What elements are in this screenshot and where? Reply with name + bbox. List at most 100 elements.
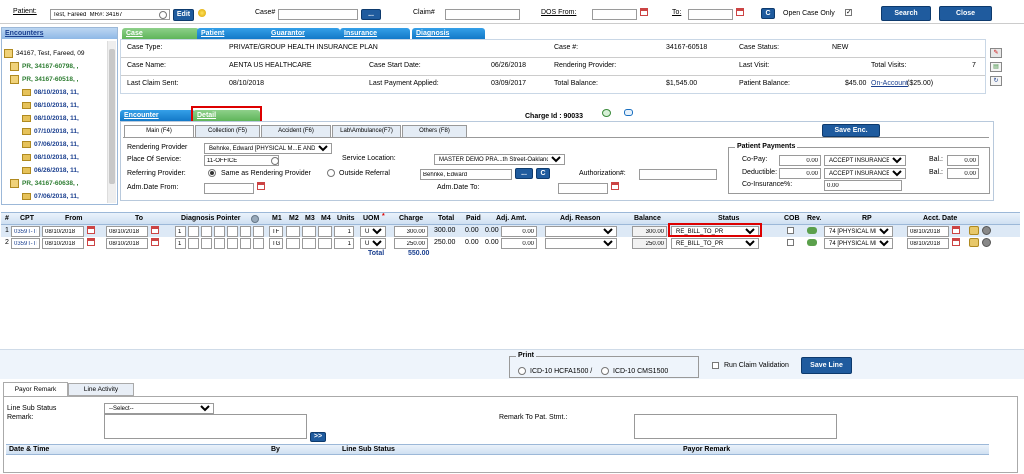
sidebar-item[interactable]: PR, 34167-60638, , — [4, 177, 107, 190]
balance-field[interactable] — [632, 238, 667, 249]
adj-reason-select[interactable] — [545, 226, 617, 237]
coinsurance-field[interactable] — [824, 180, 902, 191]
diagnosis-pointer-field[interactable] — [201, 226, 212, 237]
diagnosis-pointer-field[interactable] — [175, 226, 186, 237]
authorization-field[interactable] — [639, 169, 717, 180]
dos-to-field[interactable] — [688, 9, 733, 20]
close-button[interactable]: Close — [939, 6, 992, 21]
add-note-icon[interactable] — [602, 109, 611, 117]
diagnosis-pointer-field[interactable] — [188, 238, 199, 249]
append-remark-button[interactable]: >> — [310, 432, 326, 442]
table-row[interactable]: 1UN300.000.000.00RE_BILL_TO_PR74 [PHYSIC… — [1, 225, 1020, 237]
diagnosis-pointer-field[interactable] — [240, 238, 251, 249]
edit-button[interactable]: Edit — [173, 9, 194, 21]
save-line-button[interactable]: Save Line — [801, 357, 852, 374]
to-date-field[interactable] — [106, 226, 148, 237]
sidebar-item[interactable]: 34167, Test, Fareed, 09 — [4, 47, 107, 60]
refresh-icon[interactable]: ↻ — [990, 76, 1002, 86]
copay-bal-field[interactable] — [947, 155, 979, 166]
charge-field[interactable] — [394, 238, 428, 249]
charge-field[interactable] — [394, 226, 428, 237]
tab-payor-remark[interactable]: Payor Remark — [3, 382, 68, 396]
acct-calendar-icon[interactable] — [952, 238, 960, 246]
patient-lookup-icon[interactable] — [159, 11, 167, 19]
cob-checkbox[interactable] — [787, 239, 794, 246]
place-of-service-field[interactable] — [204, 155, 279, 166]
run-claim-validation-checkbox[interactable] — [712, 362, 719, 369]
to-date-field[interactable] — [106, 238, 148, 249]
claim-field[interactable] — [445, 9, 520, 20]
clear-dates-button[interactable]: C — [761, 8, 775, 19]
uom-select[interactable]: UN — [360, 226, 386, 237]
save-encounter-button[interactable]: Save Enc. — [822, 124, 880, 137]
m1-field[interactable] — [269, 226, 283, 237]
deductible-field[interactable] — [779, 168, 821, 179]
comment-icon[interactable] — [624, 109, 633, 116]
add-line-icon[interactable] — [969, 238, 979, 247]
rp-select[interactable]: 74 [PHYSICAL MEC — [824, 238, 893, 249]
adm-date-from-field[interactable] — [204, 183, 254, 194]
tab-encounter[interactable]: Encounter — [120, 110, 195, 121]
outside-referral-radio[interactable] — [327, 169, 335, 177]
add-line-icon[interactable] — [969, 226, 979, 235]
diagnosis-pointer-field[interactable] — [227, 226, 238, 237]
sidebar-item[interactable]: 08/10/2018, 11, — [4, 86, 107, 99]
modifier-field[interactable] — [286, 238, 300, 249]
revert-icon[interactable] — [807, 227, 817, 234]
sidebar-item[interactable]: 07/06/2018, 11, — [4, 138, 107, 151]
diagnosis-pointer-field[interactable] — [227, 238, 238, 249]
referring-provider-field[interactable] — [420, 169, 512, 180]
units-field[interactable] — [334, 238, 354, 249]
sidebar-item[interactable]: 08/10/2018, 11, — [4, 151, 107, 164]
adj-amt-field[interactable] — [501, 226, 537, 237]
hcfa1500-radio[interactable] — [518, 367, 526, 375]
open-case-only-checkbox[interactable]: ✓ — [845, 9, 852, 16]
diagnosis-pointer-field[interactable] — [253, 238, 264, 249]
modifier-field[interactable] — [302, 226, 316, 237]
line-sub-status-select[interactable]: --Select-- — [104, 403, 214, 414]
sidebar-item[interactable]: 06/26/2018, 11, — [4, 164, 107, 177]
encounter-subtab-0[interactable]: Main (F4) — [124, 125, 194, 137]
adm-to-calendar-icon[interactable] — [611, 182, 619, 190]
acct-date-field[interactable] — [907, 238, 949, 249]
case-lookup-button[interactable]: ... — [361, 9, 381, 20]
diagnosis-pointer-field[interactable] — [214, 238, 225, 249]
tab-diagnosis[interactable]: Diagnosis — [412, 28, 485, 39]
status-select[interactable]: RE_BILL_TO_PR — [671, 238, 759, 249]
uom-select[interactable]: UN — [360, 238, 386, 249]
diagnosis-pointer-field[interactable] — [214, 226, 225, 237]
referring-clear-button[interactable]: C — [536, 168, 550, 179]
adm-from-calendar-icon[interactable] — [257, 182, 265, 190]
remark-textarea[interactable] — [104, 414, 307, 439]
diagnosis-pointer-field[interactable] — [240, 226, 251, 237]
modifier-field[interactable] — [302, 238, 316, 249]
sidebar-item[interactable]: 08/10/2018, 11, — [4, 112, 107, 125]
dos-to-calendar-icon[interactable] — [736, 8, 744, 16]
modifier-field[interactable] — [318, 238, 332, 249]
sidebar-item[interactable]: PR, 34167-60518, , — [4, 73, 107, 86]
tab-patient[interactable]: Patient — [197, 28, 272, 39]
referring-lookup-button[interactable]: ... — [515, 168, 533, 179]
modifier-field[interactable] — [318, 226, 332, 237]
deductible-select[interactable]: ACCEPT INSURANCE — [824, 168, 906, 179]
acct-date-field[interactable] — [907, 226, 949, 237]
diagnosis-pointer-field[interactable] — [188, 226, 199, 237]
from-date-field[interactable] — [42, 226, 84, 237]
rendering-provider-select[interactable]: Behnke, Edward [PHYSICAL M...E AND REHAB… — [204, 143, 332, 154]
cms1500-radio[interactable] — [601, 367, 609, 375]
patient-field[interactable] — [50, 9, 170, 20]
on-account-link[interactable]: On-Account — [871, 80, 908, 87]
modifier-field[interactable] — [286, 226, 300, 237]
balance-field[interactable] — [632, 226, 667, 237]
cob-checkbox[interactable] — [787, 227, 794, 234]
cpt-field[interactable] — [11, 238, 40, 249]
tab-insurance[interactable]: Insurance — [340, 28, 410, 39]
units-field[interactable] — [334, 226, 354, 237]
diagnosis-pointer-field[interactable] — [253, 226, 264, 237]
pos-lookup-icon[interactable] — [271, 157, 279, 165]
table-row[interactable]: 2 UN 250.00 0.00 0.00 RE_BILL_TO_PR 74 [PHYSIC… — [1, 237, 1020, 249]
encounter-subtab-4[interactable]: Others (F8) — [402, 125, 467, 137]
tab-line-activity[interactable]: Line Activity — [68, 383, 134, 396]
sidebar-item[interactable]: 08/10/2018, 11, — [4, 99, 107, 112]
from-calendar-icon[interactable] — [87, 238, 95, 246]
